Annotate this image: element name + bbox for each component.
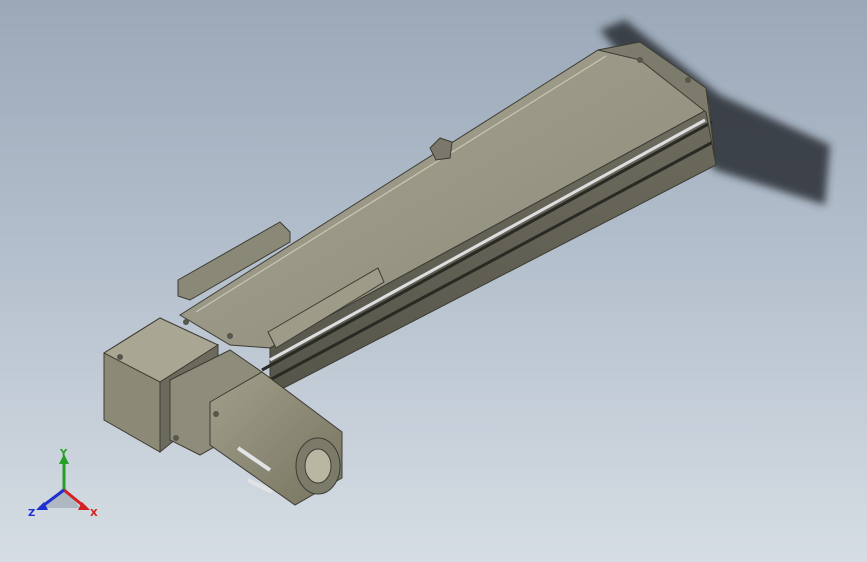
model-view[interactable] (0, 0, 867, 562)
graphics-viewport[interactable]: Y X Z (0, 0, 867, 562)
screw (173, 435, 179, 441)
y-axis-label: Y (59, 448, 68, 459)
coordinate-triad: Y X Z (28, 448, 98, 519)
x-axis-label: X (90, 508, 98, 519)
screw (227, 333, 233, 339)
screw (213, 411, 219, 417)
screw (117, 354, 123, 360)
z-axis-label: Z (28, 508, 35, 519)
screw (183, 319, 189, 325)
screw (685, 77, 691, 83)
motor-shaft-cover (304, 448, 332, 484)
screw (637, 57, 643, 63)
